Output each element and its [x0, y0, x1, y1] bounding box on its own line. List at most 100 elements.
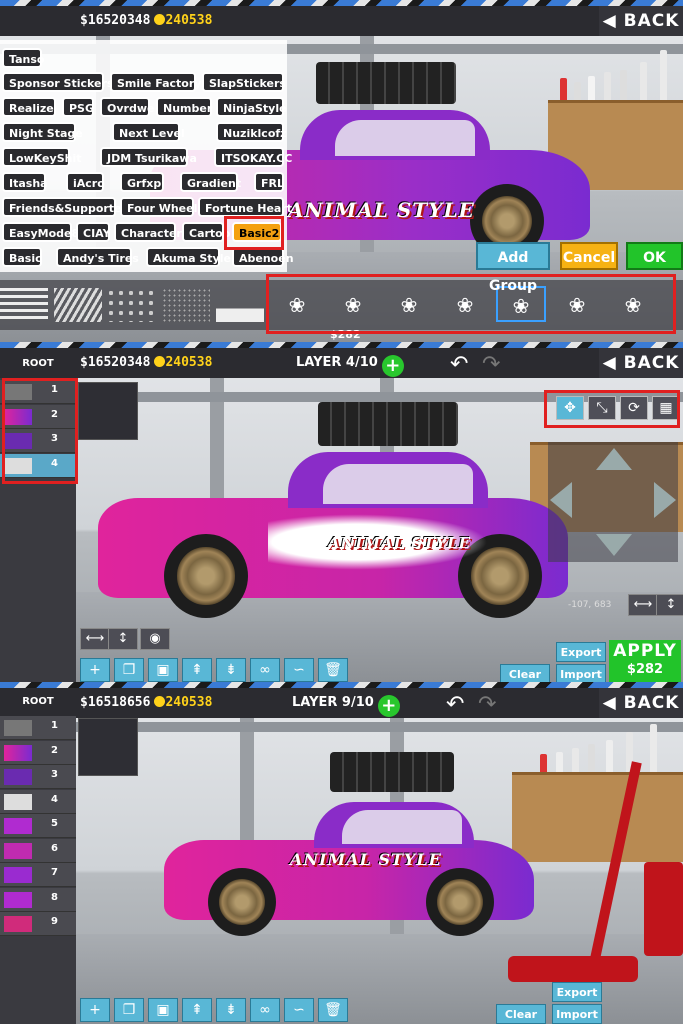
sticker-category-itasha[interactable]: Itasha — [2, 172, 48, 192]
ok-button[interactable]: OK — [626, 242, 683, 270]
delete-icon[interactable]: 🗑 — [318, 658, 348, 682]
car-model[interactable]: ANIMAL STYLE — [164, 802, 534, 942]
sticker-category-easymode88[interactable]: EasyMode88 — [2, 222, 87, 242]
delete-icon[interactable]: 🗑 — [318, 998, 348, 1022]
flip-vertical-icon[interactable]: ↕ — [656, 594, 683, 616]
sticker-category-akuma-style[interactable]: Akuma Style — [146, 247, 231, 267]
sticker-category-abenoen[interactable]: Abenoen — [232, 247, 294, 267]
rotate-mode-icon[interactable]: ⟳ — [620, 396, 648, 420]
flame-sticker-option[interactable]: ❀ — [328, 286, 378, 322]
sticker-category-number[interactable]: Number — [156, 97, 212, 117]
flame-sticker-option[interactable]: ❀ — [608, 286, 658, 322]
unlink-icon[interactable]: ∽ — [284, 998, 314, 1022]
add-icon[interactable]: + — [80, 998, 110, 1022]
sticker-category-basic2[interactable]: Basic2 — [232, 222, 282, 242]
flame-sticker-option[interactable]: ❀ — [552, 286, 602, 322]
sticker-category-andy-s-tires[interactable]: Andy's Tires — [56, 247, 139, 267]
texture-lines[interactable] — [0, 288, 48, 322]
sticker-category-fortune-heart[interactable]: Fortune Heart — [198, 197, 292, 217]
sticker-category-itsokay-cc[interactable]: ITSOKAY.CC — [214, 147, 292, 167]
layer-row[interactable]: 9 — [0, 912, 76, 936]
redo-icon[interactable]: ↷ — [482, 352, 500, 377]
link-icon[interactable]: ∞ — [250, 658, 280, 682]
link-icon[interactable]: ∞ — [250, 998, 280, 1022]
clear-button[interactable]: Clear — [496, 1004, 546, 1024]
image-icon[interactable]: ▣ — [148, 998, 178, 1022]
sticker-category-ciay[interactable]: CIAY — [76, 222, 111, 242]
layer-row[interactable]: 1 — [0, 380, 76, 404]
flame-sticker-option[interactable]: ❀ — [440, 286, 490, 322]
apply-button[interactable]: APPLY $282 — [609, 640, 681, 682]
texture-spikes[interactable] — [216, 288, 264, 322]
layer-row[interactable]: 8 — [0, 887, 76, 912]
layer-row[interactable]: 2 — [0, 740, 76, 765]
layer-row[interactable]: 7 — [0, 863, 76, 887]
redo-icon[interactable]: ↷ — [478, 692, 496, 717]
car-model[interactable]: ANIMAL STYLE — [98, 452, 568, 622]
move-layer-up-icon[interactable]: ⇞ — [182, 658, 212, 682]
layer-row[interactable]: 4 — [0, 789, 76, 814]
visibility-icon[interactable]: ◉ — [140, 628, 170, 650]
back-button[interactable]: ◀ BACK — [599, 688, 683, 718]
sticker-category-nuziklcofz[interactable]: Nuziklcofz — [216, 122, 287, 142]
add-layer-icon[interactable]: + — [377, 695, 400, 717]
sticker-category-iacro[interactable]: iAcro — [66, 172, 105, 192]
sticker-category-cartoo[interactable]: Cartoo — [182, 222, 230, 242]
sticker-category-grfxp[interactable]: Grfxp — [120, 172, 164, 192]
layer-row[interactable]: 2 — [0, 404, 76, 429]
move-layer-down-icon[interactable]: ⇟ — [216, 998, 246, 1022]
sticker-category-next-level[interactable]: Next Level — [112, 122, 185, 142]
flip-horizontal-icon[interactable]: ⟷ — [628, 594, 658, 616]
flip-vertical-icon[interactable]: ↕ — [108, 628, 138, 650]
sticker-category-ovrdwe[interactable]: Ovrdwe — [100, 97, 154, 117]
add-icon[interactable]: + — [80, 658, 110, 682]
move-left-icon[interactable] — [550, 482, 572, 518]
image-icon[interactable]: ▣ — [148, 658, 178, 682]
move-down-icon[interactable] — [596, 534, 632, 556]
skew-mode-icon[interactable]: ▦ — [652, 396, 680, 420]
layer-row[interactable]: 3 — [0, 429, 76, 453]
sticker-category-character[interactable]: Character — [114, 222, 182, 242]
move-layer-down-icon[interactable]: ⇟ — [216, 658, 246, 682]
sticker-category-lowkeyshit[interactable]: LowKeyShit — [2, 147, 81, 167]
texture-diagonal[interactable] — [54, 288, 102, 322]
move-layer-up-icon[interactable]: ⇞ — [182, 998, 212, 1022]
move-mode-icon[interactable]: ✥ — [556, 396, 584, 420]
undo-icon[interactable]: ↶ — [446, 692, 464, 717]
add-layer-icon[interactable]: + — [381, 355, 404, 377]
layer-row[interactable]: 6 — [0, 838, 76, 863]
sticker-category-slapstickers[interactable]: SlapStickers — [202, 72, 286, 92]
sticker-category-four-wheels[interactable]: Four Wheels — [120, 197, 204, 217]
layer-row[interactable]: 1 — [0, 716, 76, 740]
cancel-button[interactable]: Cancel — [560, 242, 618, 270]
sticker-category-sponsor-stickers[interactable]: Sponsor Stickers — [2, 72, 113, 92]
back-button[interactable]: ◀ BACK — [599, 6, 683, 36]
unlink-icon[interactable]: ∽ — [284, 658, 314, 682]
clear-button[interactable]: Clear — [500, 664, 550, 682]
import-button[interactable]: Import — [552, 1004, 602, 1024]
move-pad[interactable] — [548, 442, 678, 562]
flame-sticker-option[interactable]: ❀ — [272, 286, 322, 322]
sticker-category-psg[interactable]: PSG — [62, 97, 94, 117]
export-button[interactable]: Export — [552, 982, 602, 1002]
add-group-button[interactable]: Add Group — [476, 242, 550, 294]
layer-row[interactable]: 4 — [0, 453, 76, 478]
move-right-icon[interactable] — [654, 482, 676, 518]
sticker-category-frl[interactable]: FRL — [254, 172, 284, 192]
sticker-category-smile-factory[interactable]: Smile Factory — [110, 72, 201, 92]
undo-icon[interactable]: ↶ — [450, 352, 468, 377]
sticker-category-friends-supporters[interactable]: Friends&Supporters — [2, 197, 134, 217]
texture-hex[interactable] — [106, 288, 154, 322]
export-button[interactable]: Export — [556, 642, 606, 662]
layer-row[interactable]: 5 — [0, 814, 76, 838]
import-button[interactable]: Import — [556, 664, 606, 682]
move-up-icon[interactable] — [596, 448, 632, 470]
back-button[interactable]: ◀ BACK — [599, 348, 683, 378]
sticker-category-basic[interactable]: Basic — [2, 247, 42, 267]
scale-mode-icon[interactable]: ⤡ — [588, 396, 616, 420]
sticker-category-gradient[interactable]: Gradient — [180, 172, 241, 192]
sticker-category-jdm-tsurikawa[interactable]: JDM Tsurikawa — [100, 147, 197, 167]
flip-horizontal-icon[interactable]: ⟷ — [80, 628, 110, 650]
sticker-category-tanso[interactable]: Tanso — [2, 48, 44, 68]
duplicate-icon[interactable]: ❐ — [114, 998, 144, 1022]
